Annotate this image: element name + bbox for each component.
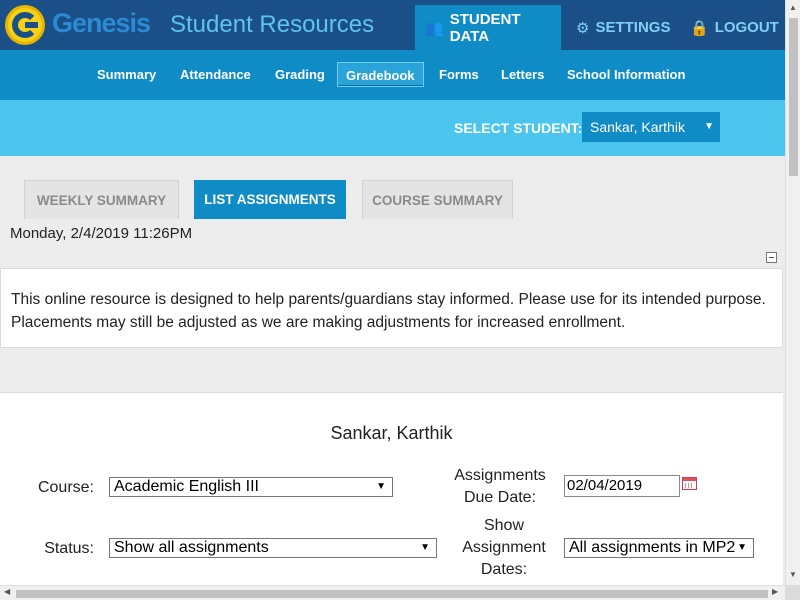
chevron-down-icon: ▼ bbox=[376, 481, 386, 492]
subnav-school-information[interactable]: School Information bbox=[559, 62, 693, 87]
scroll-down-icon[interactable]: ▼ bbox=[789, 570, 797, 579]
scroll-left-icon[interactable]: ◀ bbox=[4, 587, 10, 596]
due-date-label-line2: Due Date: bbox=[463, 489, 537, 506]
nav-logout-label: LOGOUT bbox=[714, 19, 779, 36]
scroll-up-icon[interactable]: ▲ bbox=[789, 3, 797, 12]
collapse-icon[interactable] bbox=[766, 252, 777, 263]
chevron-down-icon: ▼ bbox=[704, 121, 714, 132]
genesis-logo-icon[interactable] bbox=[5, 5, 45, 45]
horizontal-scroll-thumb[interactable] bbox=[16, 590, 768, 598]
gear-icon: ⚙ bbox=[576, 19, 590, 37]
subnav-letters[interactable]: Letters bbox=[493, 62, 552, 87]
select-student-value: Sankar, Karthik bbox=[590, 119, 685, 135]
subnav-forms[interactable]: Forms bbox=[431, 62, 487, 87]
vertical-scroll-thumb[interactable] bbox=[789, 18, 798, 176]
top-header: Genesis Student Resources 👥 STUDENT DATA… bbox=[0, 0, 785, 50]
sub-navigation: Summary Attendance Grading Gradebook For… bbox=[0, 50, 785, 100]
show-dates-label-line3: Dates: bbox=[480, 561, 528, 578]
assignment-filter-panel: Sankar, Karthik Course: Academic English… bbox=[0, 392, 783, 592]
nav-settings-label: SETTINGS bbox=[595, 19, 671, 36]
timestamp: Monday, 2/4/2019 11:26PM bbox=[10, 225, 193, 242]
show-dates-label-line2: Assignment bbox=[462, 539, 546, 556]
show-dates-select-value: All assignments in MP2 bbox=[569, 539, 736, 556]
brand-name[interactable]: Genesis bbox=[52, 8, 151, 39]
vertical-scrollbar[interactable]: ▲ ▼ bbox=[785, 0, 800, 600]
lock-icon: 🔒 bbox=[690, 19, 709, 37]
nav-settings[interactable]: ⚙ SETTINGS bbox=[566, 5, 676, 50]
chevron-down-icon: ▼ bbox=[420, 542, 430, 553]
status-select[interactable]: Show all assignments ▼ bbox=[109, 538, 437, 558]
notice-message: This online resource is designed to help… bbox=[0, 268, 783, 348]
tab-list-assignments[interactable]: LIST ASSIGNMENTS bbox=[194, 180, 346, 219]
subnav-grading[interactable]: Grading bbox=[267, 62, 333, 87]
select-student-dropdown[interactable]: Sankar, Karthik ▼ bbox=[582, 112, 720, 142]
subnav-attendance[interactable]: Attendance bbox=[172, 62, 259, 87]
status-select-value: Show all assignments bbox=[114, 539, 269, 556]
due-date-input[interactable]: 02/04/2019 bbox=[564, 475, 680, 497]
select-student-label: SELECT STUDENT: bbox=[454, 120, 583, 136]
calendar-icon[interactable] bbox=[682, 477, 697, 490]
horizontal-scrollbar[interactable]: ◀ ▶ bbox=[0, 585, 785, 600]
course-label: Course: bbox=[37, 479, 94, 496]
brand-subtitle[interactable]: Student Resources bbox=[170, 11, 374, 39]
scroll-right-icon[interactable]: ▶ bbox=[772, 587, 778, 596]
subnav-summary[interactable]: Summary bbox=[89, 62, 164, 87]
course-select-value: Academic English III bbox=[114, 478, 259, 495]
users-icon: 👥 bbox=[425, 19, 444, 37]
scrollbar-corner bbox=[785, 585, 800, 600]
nav-logout[interactable]: 🔒 LOGOUT bbox=[680, 5, 780, 50]
tab-course-summary[interactable]: COURSE SUMMARY bbox=[362, 180, 513, 219]
status-label: Status: bbox=[44, 540, 94, 557]
chevron-down-icon: ▼ bbox=[737, 542, 747, 553]
student-name-heading: Sankar, Karthik bbox=[330, 423, 453, 443]
tab-weekly-summary[interactable]: WEEKLY SUMMARY bbox=[24, 180, 179, 219]
nav-student-data-label: STUDENT DATA bbox=[449, 10, 521, 45]
nav-student-data[interactable]: 👥 STUDENT DATA bbox=[415, 5, 561, 50]
show-dates-label-line1: Show bbox=[483, 517, 525, 534]
due-date-label-line1: Assignments bbox=[454, 467, 546, 484]
course-select[interactable]: Academic English III ▼ bbox=[109, 477, 393, 497]
show-dates-select[interactable]: All assignments in MP2 ▼ bbox=[564, 538, 754, 558]
subnav-gradebook[interactable]: Gradebook bbox=[337, 62, 424, 87]
